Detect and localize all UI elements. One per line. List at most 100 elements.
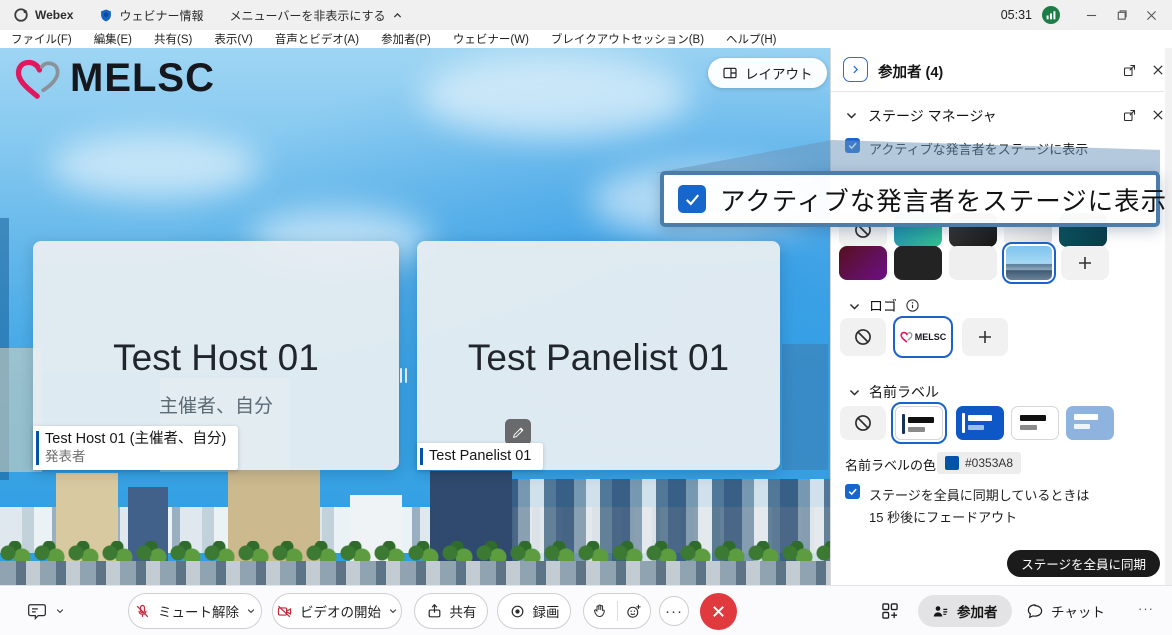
webinar-info-button[interactable]: ウェビナー情報 [99, 7, 203, 24]
tile-display-name: Test Panelist 01 [417, 337, 780, 379]
magnified-tooltip: アクティブな発言者をステージに表示 [660, 171, 1160, 227]
minimize-button[interactable] [1076, 0, 1106, 30]
name-label-accent-bar [36, 431, 39, 465]
background-building [782, 344, 828, 470]
start-video-button[interactable]: ビデオの開始 [272, 593, 402, 629]
participants-panel-header: 参加者 (4) [831, 48, 1164, 92]
chevron-down-icon [55, 606, 65, 616]
tile-resize-handle[interactable] [400, 368, 407, 383]
logo-none-swatch[interactable] [840, 318, 886, 356]
add-logo-button[interactable] [962, 318, 1008, 356]
menu-breakout[interactable]: ブレイクアウトセッション(B) [540, 31, 715, 47]
leave-meeting-button[interactable] [700, 593, 737, 630]
layout-button[interactable]: レイアウト [708, 58, 827, 88]
reactions-icon [625, 603, 642, 620]
video-tile-panelist[interactable]: Test Panelist 01 Test Panelist 01 [417, 241, 780, 470]
city-skyline [0, 469, 830, 585]
stage-manager-title: ステージ マネージャ [868, 106, 997, 126]
maximize-button[interactable] [1106, 0, 1136, 30]
more-options-button[interactable]: ··· [659, 596, 689, 626]
edit-name-button[interactable] [505, 419, 531, 445]
chat-panel-button[interactable]: チャット [1026, 601, 1105, 621]
logo-swatch-text: MELSC [915, 332, 947, 342]
video-tile-host[interactable]: Test Host 01 主催者、自分 Test Host 01 (主催者、自分… [33, 241, 399, 470]
layout-icon [722, 65, 738, 81]
collapse-logo-button[interactable] [845, 297, 863, 315]
chevron-down-icon [388, 606, 398, 616]
collapse-stage-manager-button[interactable] [845, 109, 858, 125]
close-stage-manager-button[interactable] [1149, 106, 1167, 124]
maximize-icon [1116, 10, 1127, 21]
captions-icon [26, 601, 48, 621]
collapse-name-label-button[interactable] [845, 383, 863, 401]
sync-fade-label-line1[interactable]: ステージを全員に同期しているときは [869, 485, 1089, 504]
name-label-style-2[interactable] [956, 406, 1004, 440]
name-label-style-3[interactable] [1011, 406, 1059, 440]
unmute-button[interactable]: ミュート解除 [128, 593, 262, 629]
name-label: Test Panelist 01 [417, 443, 543, 470]
magnified-tooltip-text: アクティブな発言者をステージに表示 [720, 181, 1167, 218]
check-icon [847, 486, 858, 497]
captions-button[interactable] [26, 601, 65, 621]
add-background-button[interactable] [1061, 246, 1109, 280]
connection-quality-icon[interactable] [1042, 6, 1060, 24]
raise-hand-icon [592, 603, 608, 619]
pencil-icon [512, 426, 525, 439]
logo-swatch-melsc-selected[interactable]: MELSC [893, 316, 953, 358]
tile-display-name: Test Host 01 [33, 337, 399, 379]
menu-help[interactable]: ヘルプ(H) [715, 31, 787, 47]
popout-stage-manager-button[interactable] [1120, 106, 1138, 124]
apps-button[interactable] [880, 601, 900, 621]
name-label-style-1-selected[interactable] [891, 402, 947, 444]
close-participants-button[interactable] [1149, 61, 1167, 79]
sidebar-scrollbar[interactable] [1165, 48, 1172, 585]
hide-menubar-button[interactable]: メニューバーを非表示にする [229, 7, 402, 24]
name-label-color-chip[interactable]: #0353A8 [937, 452, 1021, 474]
sync-stage-to-all-button[interactable]: ステージを全員に同期 [1007, 550, 1160, 577]
tile-role-subtitle: 主催者、自分 [33, 391, 399, 418]
close-window-button[interactable] [1136, 0, 1166, 30]
reactions-button[interactable] [583, 593, 651, 629]
background-swatch-city-selected[interactable] [1002, 242, 1056, 284]
share-button[interactable]: 共有 [414, 593, 488, 629]
more-panels-button[interactable]: ··· [1138, 601, 1154, 616]
chevron-down-icon [848, 386, 861, 399]
sync-fade-checkbox[interactable] [845, 484, 860, 499]
name-label-style-4[interactable] [1066, 406, 1114, 440]
participants-icon [932, 603, 949, 620]
add-icon [977, 329, 993, 345]
name-label-line1: Test Host 01 (主催者、自分) [45, 430, 226, 448]
menu-webinar[interactable]: ウェビナー(W) [442, 31, 540, 47]
color-value: #0353A8 [965, 456, 1013, 470]
popout-participants-button[interactable] [1120, 61, 1138, 79]
menu-audio-video[interactable]: 音声とビデオ(A) [264, 31, 370, 47]
menu-view[interactable]: 表示(V) [203, 31, 263, 47]
menu-share[interactable]: 共有(S) [143, 31, 203, 47]
expand-participants-button[interactable] [843, 57, 868, 82]
color-swatch [945, 456, 959, 470]
info-icon[interactable] [903, 296, 921, 314]
name-label-accent-bar [420, 448, 423, 465]
raise-hand-button[interactable] [584, 603, 617, 619]
record-button[interactable]: 録画 [497, 593, 571, 629]
menu-participants[interactable]: 参加者(P) [370, 31, 442, 47]
participants-panel-button[interactable]: 参加者 [918, 595, 1012, 627]
background-swatch-gray[interactable] [949, 246, 997, 280]
background-swatch-black[interactable] [894, 246, 942, 280]
name-label-section-title: 名前ラベル [869, 382, 939, 402]
minimize-icon [1086, 10, 1097, 21]
prohibited-icon [853, 327, 873, 347]
background-swatch-purple[interactable] [839, 246, 887, 280]
menu-file[interactable]: ファイル(F) [0, 31, 83, 47]
mic-off-icon [134, 603, 151, 620]
sidebar: 参加者 (4) ステージ マネージャ [830, 48, 1172, 585]
magnified-checkbox [678, 185, 706, 213]
participants-title: 参加者 (4) [878, 61, 943, 82]
chevron-right-icon [850, 64, 861, 75]
reactions-smiley-button[interactable] [617, 603, 650, 620]
menu-edit[interactable]: 編集(E) [83, 31, 143, 47]
name-label-none-swatch[interactable] [840, 406, 886, 440]
check-icon [683, 190, 702, 209]
chevron-down-icon [848, 300, 861, 313]
cloud [50, 134, 260, 198]
